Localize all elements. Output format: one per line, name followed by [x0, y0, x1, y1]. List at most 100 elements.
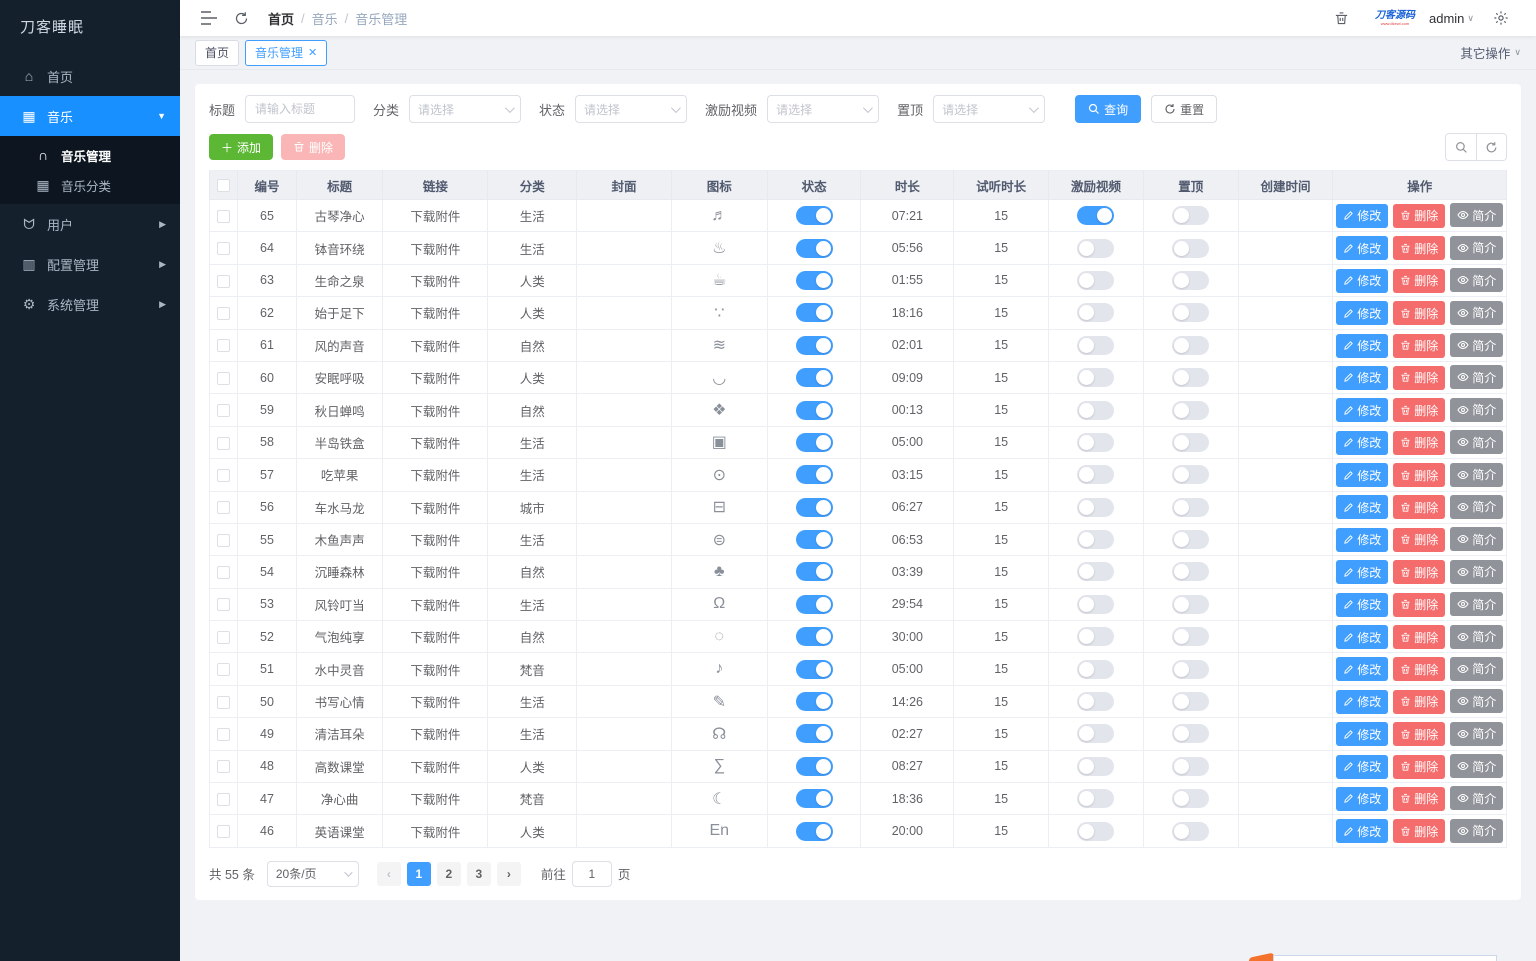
sidebar-item-system[interactable]: ⚙ 系统管理 ▶: [0, 284, 180, 324]
delete-button[interactable]: 删除: [1393, 365, 1446, 390]
delete-button[interactable]: 删除: [1393, 592, 1446, 617]
download-attachment-link[interactable]: 下载附件: [410, 728, 460, 742]
incentive-video-toggle[interactable]: [1077, 562, 1115, 582]
download-attachment-link[interactable]: 下载附件: [410, 761, 460, 775]
pin-top-toggle[interactable]: [1172, 692, 1210, 712]
row-checkbox[interactable]: [217, 339, 231, 353]
status-select[interactable]: 请选择: [575, 95, 688, 123]
delete-button[interactable]: 删除: [1393, 722, 1446, 747]
incentive-video-toggle[interactable]: [1077, 335, 1115, 355]
row-checkbox[interactable]: [217, 501, 231, 515]
trash-icon[interactable]: [1329, 5, 1355, 31]
status-toggle[interactable]: [795, 400, 833, 420]
edit-button[interactable]: 修改: [1336, 203, 1389, 228]
incentive-video-toggle[interactable]: [1077, 821, 1115, 841]
intro-button[interactable]: 简介: [1450, 397, 1504, 422]
pin-top-toggle[interactable]: [1172, 497, 1210, 517]
batch-delete-button[interactable]: 删除: [281, 134, 346, 160]
download-attachment-link[interactable]: 下载附件: [410, 437, 460, 451]
row-checkbox[interactable]: [217, 242, 231, 256]
incentive-video-toggle[interactable]: [1077, 368, 1115, 388]
intro-button[interactable]: 简介: [1450, 333, 1504, 357]
row-checkbox[interactable]: [217, 695, 231, 709]
intro-button[interactable]: 简介: [1450, 203, 1504, 228]
status-toggle[interactable]: [795, 789, 833, 809]
page-button-2[interactable]: 2: [436, 861, 461, 886]
edit-button[interactable]: 修改: [1336, 495, 1389, 520]
download-attachment-link[interactable]: 下载附件: [410, 372, 460, 386]
download-attachment-link[interactable]: 下载附件: [410, 696, 460, 710]
settings-gear-icon[interactable]: [1488, 5, 1514, 31]
incentive-video-toggle[interactable]: [1077, 530, 1115, 550]
download-attachment-link[interactable]: 下载附件: [410, 826, 460, 840]
pin-top-toggle[interactable]: [1172, 432, 1210, 452]
add-button[interactable]: ＋ 添加: [209, 134, 274, 160]
incentive-video-toggle[interactable]: [1077, 659, 1115, 679]
status-toggle[interactable]: [795, 497, 833, 517]
download-attachment-link[interactable]: 下载附件: [410, 469, 460, 483]
row-checkbox[interactable]: [217, 533, 231, 547]
intro-button[interactable]: 简介: [1450, 818, 1504, 843]
edit-button[interactable]: 修改: [1336, 268, 1389, 293]
breadcrumb-home[interactable]: 首页: [268, 9, 294, 28]
status-toggle[interactable]: [795, 303, 833, 323]
incentive-video-toggle[interactable]: [1077, 789, 1115, 809]
sidebar-item-home[interactable]: ⌂ 首页: [0, 56, 180, 96]
incentive-video-toggle[interactable]: [1077, 756, 1115, 776]
pin-top-toggle[interactable]: [1172, 465, 1210, 485]
status-toggle[interactable]: [795, 238, 833, 258]
edit-button[interactable]: 修改: [1336, 689, 1389, 714]
intro-button[interactable]: 简介: [1450, 754, 1504, 779]
status-toggle[interactable]: [795, 270, 833, 290]
row-checkbox[interactable]: [217, 371, 231, 385]
pin-top-toggle[interactable]: [1172, 303, 1210, 323]
incentive-video-toggle[interactable]: [1077, 303, 1115, 323]
download-attachment-link[interactable]: 下载附件: [410, 307, 460, 321]
sidebar-item-users[interactable]: ᗢ 用户 ▶: [0, 204, 180, 244]
delete-button[interactable]: 删除: [1393, 203, 1446, 228]
delete-button[interactable]: 删除: [1393, 430, 1446, 455]
incentive-video-toggle[interactable]: [1077, 594, 1115, 614]
edit-button[interactable]: 修改: [1336, 236, 1389, 261]
status-toggle[interactable]: [795, 756, 833, 776]
download-attachment-link[interactable]: 下载附件: [410, 599, 460, 613]
delete-button[interactable]: 删除: [1393, 236, 1446, 261]
edit-button[interactable]: 修改: [1336, 463, 1389, 488]
pin-top-toggle[interactable]: [1172, 270, 1210, 290]
download-attachment-link[interactable]: 下载附件: [410, 243, 460, 257]
incentive-video-toggle[interactable]: [1077, 465, 1115, 485]
delete-button[interactable]: 删除: [1393, 560, 1446, 585]
sidebar-item-music-manage[interactable]: ∩ 音乐管理: [0, 140, 180, 170]
edit-button[interactable]: 修改: [1336, 754, 1389, 779]
edit-button[interactable]: 修改: [1336, 819, 1389, 844]
incentive-video-toggle[interactable]: [1077, 627, 1115, 647]
download-attachment-link[interactable]: 下载附件: [410, 340, 460, 354]
delete-button[interactable]: 删除: [1393, 689, 1446, 714]
delete-button[interactable]: 删除: [1393, 754, 1446, 779]
query-button[interactable]: 查询: [1075, 95, 1142, 123]
delete-button[interactable]: 删除: [1393, 625, 1446, 650]
status-toggle[interactable]: [795, 724, 833, 744]
status-toggle[interactable]: [795, 368, 833, 388]
row-checkbox[interactable]: [217, 209, 231, 223]
intro-button[interactable]: 简介: [1450, 624, 1504, 649]
collapse-sidebar-icon[interactable]: [196, 5, 222, 31]
user-menu[interactable]: admin ∨: [1429, 11, 1474, 26]
row-checkbox[interactable]: [217, 468, 231, 482]
intro-button[interactable]: 简介: [1450, 527, 1504, 552]
prev-page-button[interactable]: ‹: [376, 861, 401, 886]
delete-button[interactable]: 删除: [1393, 819, 1446, 844]
row-checkbox[interactable]: [217, 274, 231, 288]
delete-button[interactable]: 删除: [1393, 527, 1446, 552]
pin-top-toggle[interactable]: [1172, 756, 1210, 776]
page-button-3[interactable]: 3: [466, 861, 491, 886]
delete-button[interactable]: 删除: [1393, 463, 1446, 488]
pin-top-toggle[interactable]: [1172, 627, 1210, 647]
category-select[interactable]: 请选择: [409, 95, 522, 123]
download-attachment-link[interactable]: 下载附件: [410, 793, 460, 807]
status-toggle[interactable]: [795, 594, 833, 614]
intro-button[interactable]: 简介: [1450, 462, 1504, 487]
edit-button[interactable]: 修改: [1336, 625, 1389, 650]
incentive-video-toggle[interactable]: [1077, 206, 1115, 226]
pin-top-toggle[interactable]: [1172, 821, 1210, 841]
